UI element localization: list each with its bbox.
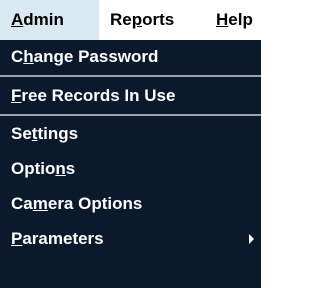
chevron-right-icon [249, 234, 254, 244]
menu-separator [0, 114, 261, 116]
menu-help[interactable]: Help [216, 0, 253, 40]
menu-admin-label: Admin [11, 10, 64, 29]
menu-item-parameters[interactable]: Parameters [0, 222, 261, 256]
admin-dropdown-menu: Change Password Free Records In Use Sett… [0, 40, 261, 288]
menu-item-label: Options [11, 159, 76, 178]
menu-item-settings[interactable]: Settings [0, 117, 261, 151]
menu-reports[interactable]: Reports [110, 0, 174, 40]
menu-item-label: Parameters [11, 229, 104, 248]
menu-item-free-records-in-use[interactable]: Free Records In Use [0, 79, 261, 113]
menu-item-label: Camera Options [11, 194, 143, 213]
menu-item-label: Change Password [11, 47, 159, 66]
menu-item-camera-options[interactable]: Camera Options [0, 187, 261, 221]
menu-item-options[interactable]: Options [0, 152, 261, 186]
menu-help-label: Help [216, 10, 253, 29]
menu-bar: Admin Reports Help [0, 0, 261, 40]
menu-item-change-password[interactable]: Change Password [0, 40, 261, 74]
menu-admin[interactable]: Admin [0, 0, 99, 40]
menu-separator [0, 75, 261, 77]
menu-item-label: Free Records In Use [11, 86, 176, 105]
menu-item-label: Settings [11, 124, 79, 143]
menu-reports-label: Reports [110, 10, 175, 29]
